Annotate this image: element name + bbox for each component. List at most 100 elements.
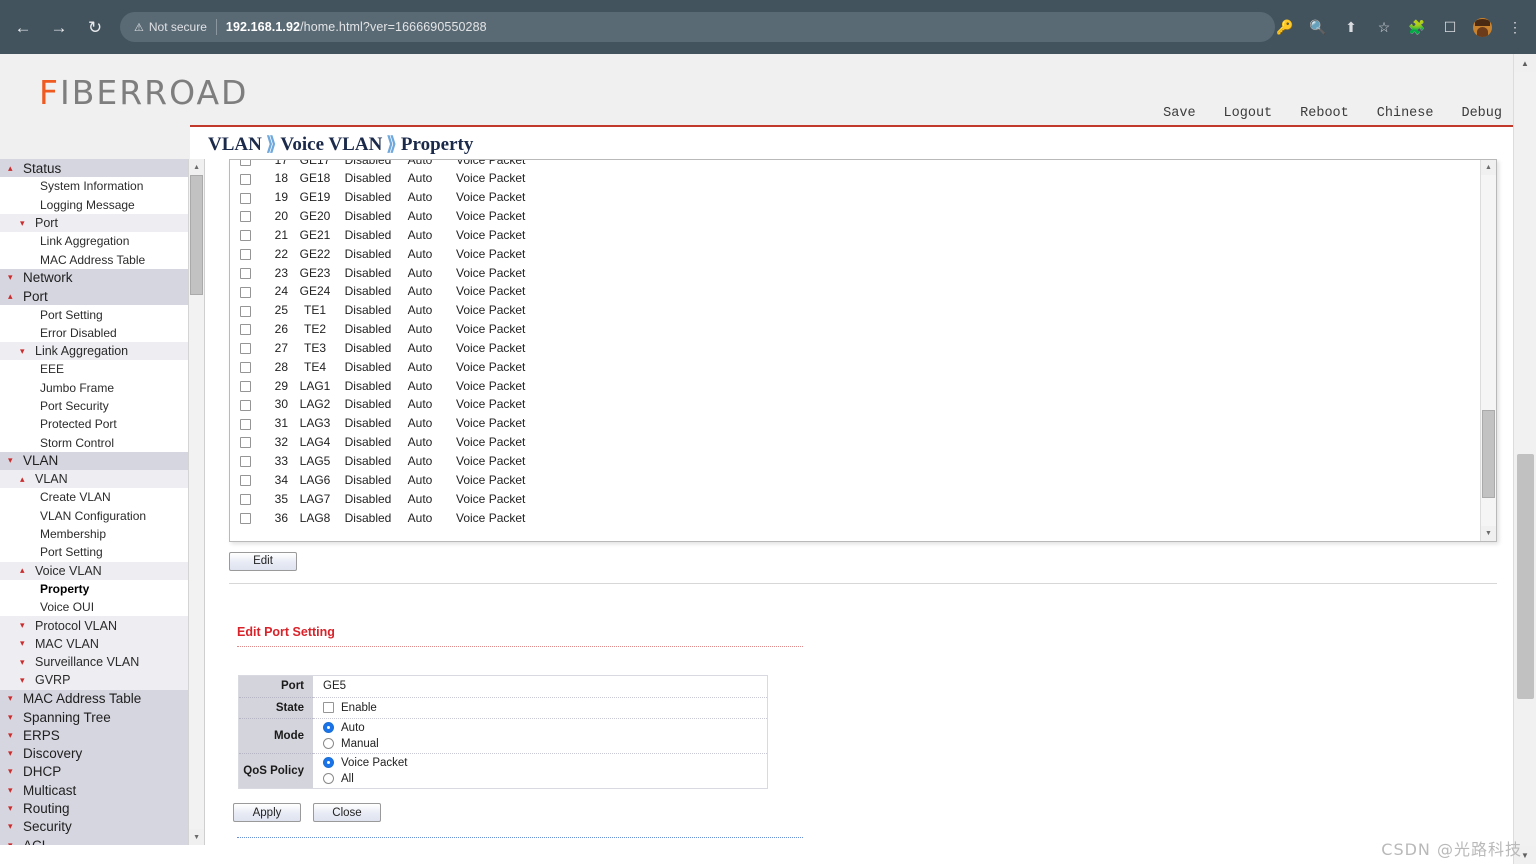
nav-reboot[interactable]: Reboot	[1300, 106, 1349, 121]
qos-voice-packet-radio[interactable]	[323, 757, 334, 769]
sidebar-item-property[interactable]: Property	[0, 579, 189, 599]
row-checkbox[interactable]	[239, 173, 251, 185]
breadcrumb-item-voice-vlan[interactable]: Voice VLAN	[280, 134, 382, 155]
sidebar-item-error-disabled[interactable]: Error Disabled	[0, 323, 189, 342]
sidebar-item-mac-address-table[interactable]: MAC Address Table	[0, 689, 189, 708]
table-row[interactable]: 19 GE19 Disabled Auto Voice Packet	[230, 188, 1480, 207]
table-row[interactable]: 27 TE3 Disabled Auto Voice Packet	[230, 339, 1480, 358]
nav-debug[interactable]: Debug	[1461, 106, 1502, 121]
qos-option-all[interactable]: All	[323, 771, 767, 787]
sidebar-item-link-aggregation[interactable]: Link Aggregation	[0, 232, 189, 251]
address-bar[interactable]: ⚠ Not secure 192.168.1.92/home.html?ver=…	[120, 12, 1275, 42]
table-row[interactable]: 18 GE18 Disabled Auto Voice Packet	[230, 169, 1480, 188]
sidebar-item-voice-vlan[interactable]: Voice VLAN	[0, 561, 189, 580]
enable-checkbox[interactable]	[323, 702, 334, 713]
mode-auto-radio[interactable]	[323, 722, 334, 733]
state-enable-option[interactable]: Enable	[323, 700, 767, 716]
page-scrollbar[interactable]: ▲ ▼	[1513, 54, 1536, 864]
sidebar-item-jumbo-frame[interactable]: Jumbo Frame	[0, 378, 189, 397]
share-icon[interactable]: ⬆	[1341, 17, 1361, 37]
zoom-icon[interactable]: 🔍	[1308, 17, 1328, 37]
profile-avatar[interactable]	[1473, 17, 1492, 37]
sidebar-item-logging-message[interactable]: Logging Message	[0, 195, 189, 214]
qos-all-radio[interactable]	[323, 773, 334, 785]
row-checkbox[interactable]	[239, 418, 251, 430]
sidebar-item-storm-control[interactable]: Storm Control	[0, 433, 189, 452]
table-row[interactable]: 25 TE1 Disabled Auto Voice Packet	[230, 301, 1480, 320]
row-checkbox[interactable]	[239, 160, 251, 166]
table-row[interactable]: 36 LAG8 Disabled Auto Voice Packet	[230, 509, 1480, 528]
sidebar-item-membership[interactable]: Membership	[0, 524, 189, 544]
row-checkbox[interactable]	[239, 211, 251, 223]
qos-option-voice-packet[interactable]: Voice Packet	[323, 755, 767, 771]
port-table-scrollbar[interactable]: ▲ ▼	[1480, 160, 1496, 541]
table-row[interactable]: 33 LAG5 Disabled Auto Voice Packet	[230, 452, 1480, 471]
sidebar-item-port-setting[interactable]: Port Setting	[0, 305, 189, 324]
table-row[interactable]: 26 TE2 Disabled Auto Voice Packet	[230, 320, 1480, 339]
table-row[interactable]: 32 LAG4 Disabled Auto Voice Packet	[230, 433, 1480, 452]
sidebar-item-dhcp[interactable]: DHCP	[0, 762, 189, 782]
nav-chinese[interactable]: Chinese	[1377, 106, 1434, 121]
table-row[interactable]: 20 GE20 Disabled Auto Voice Packet	[230, 207, 1480, 226]
breadcrumb-item-vlan[interactable]: VLAN	[208, 134, 262, 155]
close-button[interactable]: Close	[313, 803, 381, 822]
sidebar-item-protected-port[interactable]: Protected Port	[0, 415, 189, 434]
row-checkbox[interactable]	[239, 249, 251, 261]
security-indicator[interactable]: ⚠ Not secure	[134, 20, 207, 34]
table-row[interactable]: 17GE17DisabledAutoVoice Packet	[230, 160, 1480, 169]
sidebar-item-vlan[interactable]: VLAN	[0, 470, 189, 489]
apply-button[interactable]: Apply	[233, 803, 301, 822]
sidebar-item-voice-oui[interactable]: Voice OUI	[0, 598, 189, 617]
sidebar-item-port-security[interactable]: Port Security	[0, 396, 189, 416]
row-checkbox[interactable]	[239, 512, 251, 524]
sidebar-item-spanning-tree[interactable]: Spanning Tree	[0, 707, 189, 727]
forward-arrow-icon[interactable]: →	[48, 16, 70, 38]
sidebar-item-gvrp[interactable]: GVRP	[0, 671, 189, 690]
mode-option-manual[interactable]: Manual	[323, 736, 767, 752]
table-row[interactable]: 30 LAG2 Disabled Auto Voice Packet	[230, 395, 1480, 414]
back-arrow-icon[interactable]: ←	[12, 16, 34, 38]
sidebar-item-acl[interactable]: ACL	[0, 835, 189, 845]
sidebar-item-vlan[interactable]: VLAN	[0, 451, 189, 471]
nav-logout[interactable]: Logout	[1224, 106, 1273, 121]
sidebar-item-erps[interactable]: ERPS	[0, 726, 189, 745]
sidebar-item-mac-vlan[interactable]: MAC VLAN	[0, 634, 189, 654]
sidebar-panel-icon[interactable]: ☐	[1440, 17, 1460, 37]
sidebar-item-protocol-vlan[interactable]: Protocol VLAN	[0, 616, 189, 635]
row-checkbox[interactable]	[239, 437, 251, 449]
sidebar-scroll-up-icon[interactable]: ▲	[189, 159, 204, 175]
reload-icon[interactable]: ↻	[84, 16, 106, 38]
table-row[interactable]: 22 GE22 Disabled Auto Voice Packet	[230, 245, 1480, 264]
row-checkbox[interactable]	[239, 305, 251, 317]
row-checkbox[interactable]	[239, 362, 251, 374]
sidebar-item-discovery[interactable]: Discovery	[0, 744, 189, 763]
table-scroll-up-icon[interactable]: ▲	[1481, 160, 1496, 175]
row-checkbox[interactable]	[239, 380, 251, 392]
table-row[interactable]: 24 GE24 Disabled Auto Voice Packet	[230, 282, 1480, 301]
sidebar-item-mac-address-table[interactable]: MAC Address Table	[0, 250, 189, 269]
bookmark-star-icon[interactable]: ☆	[1374, 17, 1394, 37]
table-row[interactable]: 23 GE23 Disabled Auto Voice Packet	[230, 264, 1480, 283]
sidebar-item-network[interactable]: Network	[0, 268, 189, 288]
kebab-menu-icon[interactable]: ⋮	[1505, 17, 1525, 37]
sidebar-scroll-down-icon[interactable]: ▼	[189, 829, 204, 845]
sidebar-item-link-aggregation[interactable]: Link Aggregation	[0, 341, 189, 361]
row-checkbox[interactable]	[239, 343, 251, 355]
extensions-puzzle-icon[interactable]: 🧩	[1407, 17, 1427, 37]
page-scroll-thumb[interactable]	[1517, 454, 1534, 699]
row-checkbox[interactable]	[239, 475, 251, 487]
sidebar-scrollbar[interactable]: ▲ ▼	[188, 159, 204, 845]
mode-option-auto[interactable]: Auto	[323, 720, 767, 736]
edit-button[interactable]: Edit	[229, 551, 297, 571]
sidebar-item-vlan-configuration[interactable]: VLAN Configuration	[0, 506, 189, 525]
sidebar-item-multicast[interactable]: Multicast	[0, 781, 189, 800]
table-row[interactable]: 31 LAG3 Disabled Auto Voice Packet	[230, 414, 1480, 433]
page-scroll-up-icon[interactable]: ▲	[1514, 54, 1536, 72]
sidebar-item-security[interactable]: Security	[0, 817, 189, 836]
table-row[interactable]: 34 LAG6 Disabled Auto Voice Packet	[230, 471, 1480, 490]
row-checkbox[interactable]	[239, 456, 251, 468]
key-icon[interactable]: 🔑	[1275, 17, 1295, 37]
mode-manual-radio[interactable]	[323, 738, 334, 749]
table-scroll-down-icon[interactable]: ▼	[1481, 526, 1496, 541]
sidebar-item-routing[interactable]: Routing	[0, 799, 189, 818]
